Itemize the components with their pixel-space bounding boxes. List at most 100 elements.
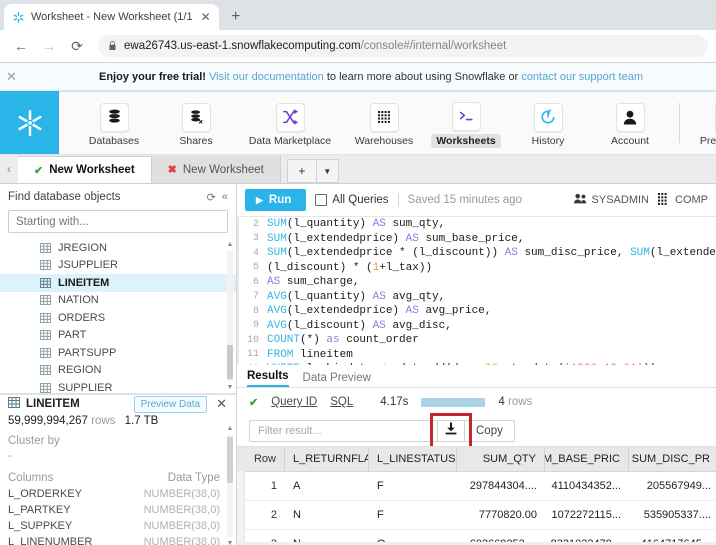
rows-label: rows	[91, 415, 116, 427]
nav-item-account[interactable]: Account	[589, 99, 671, 147]
copy-button[interactable]: Copy	[465, 420, 515, 442]
scrollbar-thumb[interactable]	[227, 437, 233, 483]
url-host: ewa26743.us-east-1.snowflakecomputing.co…	[124, 40, 361, 52]
nav-label: Preview App	[699, 134, 716, 147]
snowflake-logo-icon[interactable]	[0, 91, 59, 154]
nav-item-data-marketplace[interactable]: Data Marketplace	[237, 99, 343, 147]
scroll-up-icon[interactable]: ▲	[226, 425, 234, 432]
back-icon[interactable]: ←	[8, 33, 34, 59]
scroll-up-icon[interactable]: ▲	[226, 241, 234, 248]
editor-line[interactable]: 7 AVG(l_quantity) AS avg_qty,	[237, 290, 716, 305]
scroll-down-icon[interactable]: ▼	[226, 540, 234, 545]
preview-data-button[interactable]: Preview Data	[133, 395, 208, 413]
address-bar[interactable]: ewa26743.us-east-1.snowflakecomputing.co…	[98, 35, 708, 57]
banner-close-icon[interactable]: ✕	[6, 69, 17, 85]
sql-editor[interactable]: 2 SUM(l_quantity) AS sum_qty, 3 SUM(l_exten…	[237, 217, 716, 365]
object-row-part[interactable]: PART	[0, 327, 236, 345]
editor-line[interactable]: 3 SUM(l_extendedprice) AS sum_base_price,	[237, 232, 716, 247]
scroll-left-icon[interactable]: ‹	[0, 155, 18, 183]
object-list-scrollbar[interactable]: ▲ ▼	[226, 241, 234, 391]
col-header-returnflag[interactable]: L_RETURNFLAG	[285, 447, 369, 471]
editor-line[interactable]: 5 (l_discount) * (1+l_tax))	[237, 261, 716, 276]
results-grid[interactable]: Row L_RETURNFLAG L_LINESTATUS SUM_QTY SU…	[237, 446, 716, 545]
tab-data-preview[interactable]: Data Preview	[303, 372, 371, 387]
detail-close-icon[interactable]: ✕	[213, 396, 230, 412]
new-tab-button[interactable]: +	[223, 4, 249, 30]
nav-separator	[679, 102, 680, 143]
role-selector[interactable]: SYSADMIN	[573, 193, 649, 207]
object-label: JSUPPLIER	[58, 259, 118, 272]
scrollbar-thumb[interactable]	[227, 345, 233, 379]
warehouse-selector[interactable]: COMP	[658, 192, 708, 208]
editor-line[interactable]: 8 AVG(l_extendedprice) AS avg_price,	[237, 304, 716, 319]
col-header-row[interactable]: Row	[237, 447, 285, 471]
query-id-link[interactable]: Query ID	[271, 396, 317, 408]
editor-line[interactable]: 6 AS sum_charge,	[237, 275, 716, 290]
editor-line-number: 4	[252, 247, 259, 259]
editor-line[interactable]: 12WHERE l_shipdate <= dateadd(day, 90, t…	[237, 362, 716, 365]
worksheet-tab-2[interactable]: ✖ New Worksheet	[151, 156, 281, 183]
nav-label: Worksheets	[431, 133, 501, 148]
editor-line[interactable]: 10 COUNT(*) as count_order	[237, 333, 716, 348]
table-icon	[40, 260, 51, 271]
object-row-nation[interactable]: NATION	[0, 292, 236, 310]
editor-line[interactable]: 11 FROM lineitem	[237, 348, 716, 363]
refresh-icon[interactable]: ⟳	[207, 191, 216, 204]
forward-icon[interactable]: →	[36, 33, 62, 59]
editor-line-code: AVG(l_extendedprice) AS avg_price,	[267, 305, 492, 318]
banner-doc-link[interactable]: Visit our documentation	[209, 71, 324, 83]
banner-support-link[interactable]: contact our support team	[521, 71, 643, 83]
columns-header-row: Columns Data Type	[0, 462, 236, 486]
nav-item-warehouses[interactable]: Warehouses	[343, 99, 425, 147]
databases-icon	[99, 102, 129, 132]
object-row-supplier[interactable]: SUPPLIER	[0, 379, 236, 393]
column-name: L_PARTKEY	[8, 504, 71, 516]
object-row-region[interactable]: REGION	[0, 362, 236, 380]
cell-sum-disc-price: 205567949...	[646, 480, 711, 492]
add-worksheet-button[interactable]: +	[286, 159, 317, 183]
table-row[interactable]: 1 A F 297844304.... 4110434352... 205567…	[237, 472, 716, 501]
search-input[interactable]	[8, 210, 228, 233]
database-object-list[interactable]: JREGION JSUPPLIER LINEITEM NATION ORDERS…	[0, 239, 236, 394]
editor-line[interactable]: 9 AVG(l_discount) AS avg_disc,	[237, 319, 716, 334]
detail-scrollbar[interactable]: ▲ ▼	[226, 425, 234, 545]
object-row-lineitem[interactable]: LINEITEM	[0, 274, 236, 292]
column-name: L_SUPPKEY	[8, 520, 73, 532]
editor-line-code: COUNT(*) as count_order	[267, 334, 419, 347]
lock-icon	[108, 40, 117, 53]
nav-item-preview-app[interactable]: Preview App	[688, 99, 716, 147]
editor-line[interactable]: 4 SUM(l_extendedprice * (l_discount)) AS …	[237, 246, 716, 261]
cell-sum-disc-price: 535905337....	[643, 509, 711, 521]
results-filter-bar: Filter result... Copy	[237, 413, 716, 449]
download-button[interactable]	[437, 420, 465, 442]
scroll-down-icon[interactable]: ▼	[226, 384, 234, 391]
object-row-partsupp[interactable]: PARTSUPP	[0, 344, 236, 362]
worksheet-tab-1[interactable]: ✔ New Worksheet	[18, 156, 152, 183]
object-row-jregion[interactable]: JREGION	[0, 239, 236, 257]
col-header-sum-base-price[interactable]: SUM_BASE_PRIC	[545, 447, 629, 471]
reload-icon[interactable]: ⟳	[64, 33, 90, 59]
col-header-sum-qty[interactable]: SUM_QTY	[457, 447, 545, 471]
nav-item-databases[interactable]: Databases	[73, 99, 155, 147]
table-row[interactable]: 2 N F 7770820.00 1072272115... 535905337…	[237, 501, 716, 530]
nav-item-shares[interactable]: Shares	[155, 99, 237, 147]
editor-line[interactable]: 2 SUM(l_quantity) AS sum_qty,	[237, 217, 716, 232]
sql-link[interactable]: SQL	[330, 396, 353, 408]
checkbox-icon[interactable]	[315, 194, 328, 206]
nav-item-worksheets[interactable]: Worksheets	[425, 98, 507, 148]
object-row-orders[interactable]: ORDERS	[0, 309, 236, 327]
run-button[interactable]: ▶ Run	[245, 189, 307, 211]
filter-result-input[interactable]: Filter result...	[249, 420, 437, 442]
object-row-jsupplier[interactable]: JSUPPLIER	[0, 257, 236, 275]
collapse-icon[interactable]: «	[222, 191, 228, 203]
close-icon[interactable]: ✕	[199, 11, 213, 23]
col-header-linestatus[interactable]: L_LINESTATUS	[369, 447, 457, 471]
col-header-sum-disc-price[interactable]: SUM_DISC_PR	[629, 447, 716, 471]
all-queries-checkbox[interactable]: All Queries	[315, 194, 389, 206]
query-toolbar: ▶ Run All Queries Saved 15 minutes ago S…	[237, 184, 716, 217]
browser-tab[interactable]: Worksheet - New Worksheet (1/1 ✕	[4, 4, 219, 30]
chevron-down-icon[interactable]: ▼	[316, 159, 339, 183]
tab-results[interactable]: Results	[247, 370, 289, 387]
table-stats: 59,999,994,267 rows 1.7 TB	[0, 413, 236, 427]
nav-item-history[interactable]: History	[507, 99, 589, 147]
